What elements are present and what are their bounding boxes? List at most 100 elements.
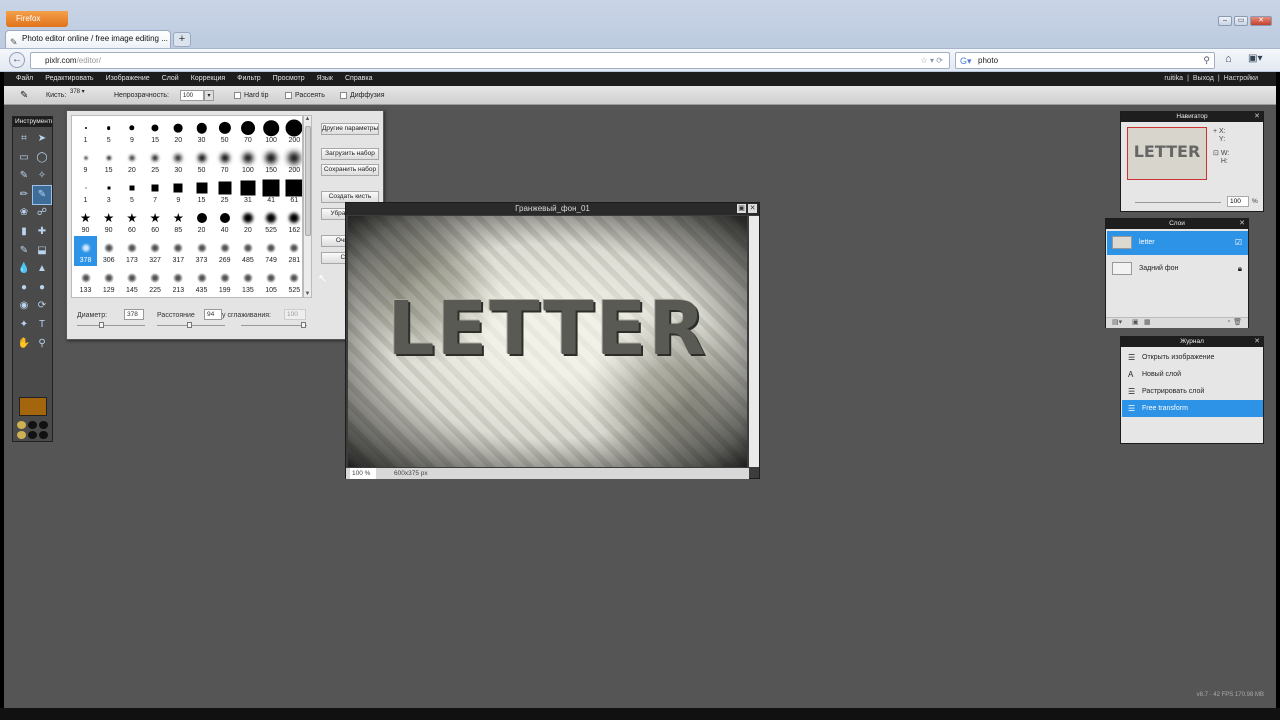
logout-link[interactable]: Выход <box>1193 72 1214 86</box>
brush-preset[interactable]: 173 <box>120 236 143 266</box>
brush-preset[interactable]: 200 <box>283 116 302 146</box>
menu-image[interactable]: Изображение <box>106 72 150 86</box>
pencil-tool-icon[interactable]: ✏ <box>15 186 33 205</box>
brush-preset[interactable]: 525 <box>283 266 302 296</box>
scroll-thumb[interactable] <box>305 126 311 236</box>
hand-tool-icon[interactable]: ✋ <box>15 335 33 354</box>
brush-preset[interactable]: 15 <box>97 146 120 176</box>
chevron-down-icon[interactable]: ▾ <box>204 90 214 101</box>
diameter-slider[interactable] <box>77 325 145 326</box>
menu-help[interactable]: Справка <box>345 72 372 86</box>
brush-preset[interactable]: 30 <box>167 146 190 176</box>
brush-preset[interactable]: 60 <box>144 206 167 236</box>
image-scrollbar[interactable] <box>749 216 759 467</box>
brush-preset[interactable]: 100 <box>236 146 259 176</box>
firefox-menu-button[interactable]: Firefox <box>6 11 68 27</box>
smoothing-slider[interactable] <box>241 325 307 326</box>
brush-preset[interactable]: 162 <box>283 206 302 236</box>
brush-preset[interactable]: 5 <box>120 176 143 206</box>
blur-tool-icon[interactable]: 💧 <box>15 260 33 279</box>
close-icon[interactable]: ✕ <box>1254 112 1260 122</box>
brush-preset[interactable]: 1 <box>74 176 97 206</box>
brush-preset[interactable]: 145 <box>120 266 143 296</box>
brush-preset[interactable]: 15 <box>144 116 167 146</box>
brush-preset[interactable]: 61 <box>283 176 302 206</box>
history-item-active[interactable]: ☰ Free transform <box>1122 400 1263 417</box>
history-item[interactable]: A Новый слой <box>1122 366 1263 383</box>
navigator-zoom-input[interactable]: 100 <box>1227 196 1249 207</box>
brush-preset[interactable]: 213 <box>167 266 190 296</box>
brush-preset[interactable]: 373 <box>190 236 213 266</box>
save-set-button[interactable]: Сохранить набор <box>321 164 379 176</box>
smoothing-input[interactable]: 100 <box>284 309 306 320</box>
brush-preset[interactable]: 1 <box>74 116 97 146</box>
user-name[interactable]: ruitika <box>1164 72 1183 86</box>
brush-preset[interactable]: 135 <box>236 266 259 296</box>
brush-preset[interactable]: 105 <box>260 266 283 296</box>
brush-preset[interactable]: 25 <box>144 146 167 176</box>
close-window-button[interactable]: ✕ <box>1250 16 1272 26</box>
zoom-tool-icon[interactable]: ⚲ <box>33 335 51 354</box>
brush-preset[interactable]: 378 <box>74 236 97 266</box>
brush-preset[interactable]: 133 <box>74 266 97 296</box>
text-tool-icon[interactable]: T <box>33 316 51 335</box>
layer-mask-icon[interactable]: ▣ <box>1132 318 1139 326</box>
brush-preset[interactable]: 749 <box>260 236 283 266</box>
url-input[interactable]: pixlr.com/editor/ ☆ ▾ ⟳ <box>30 52 950 69</box>
opacity-input[interactable]: 100 <box>180 90 204 101</box>
lasso-tool-icon[interactable]: ◯ <box>33 149 51 168</box>
brush-tool-icon[interactable]: ✎ <box>32 184 52 206</box>
google-icon[interactable]: G▾ <box>960 54 972 69</box>
sparkle-tool-icon[interactable]: ✧ <box>33 167 51 186</box>
crop-tool-icon[interactable]: ⌗ <box>15 130 33 149</box>
smoothing-slider-knob[interactable] <box>301 322 306 328</box>
brush-preset[interactable]: 485 <box>236 236 259 266</box>
brush-preset[interactable]: 327 <box>144 236 167 266</box>
brush-preset[interactable]: 100 <box>260 116 283 146</box>
reload-icon[interactable]: ☆ ▾ ⟳ <box>921 53 943 68</box>
brush-preset[interactable]: 50 <box>213 116 236 146</box>
brush-preset[interactable]: 20 <box>167 116 190 146</box>
sponge-tool-icon[interactable]: ⟳ <box>33 297 51 316</box>
delete-layer-icon[interactable]: 🗑︎ <box>1233 318 1242 326</box>
brush-preset[interactable]: 317 <box>167 236 190 266</box>
scatter-checkbox[interactable]: Рассеять <box>285 86 325 105</box>
maximize-button[interactable]: ▭ <box>1234 16 1248 26</box>
brush-preset[interactable]: 70 <box>236 116 259 146</box>
addons-icon[interactable]: ▣▾ <box>1248 53 1262 64</box>
spacing-slider-knob[interactable] <box>187 322 192 328</box>
layer-row-background[interactable]: Задний фон 🔒︎ <box>1107 257 1248 281</box>
brush-preset[interactable]: 9 <box>74 146 97 176</box>
layer-row-letter[interactable]: letter ☑ <box>1107 231 1248 255</box>
maximize-icon[interactable]: ▣ <box>737 204 746 213</box>
close-icon[interactable]: ✕ <box>1254 337 1260 347</box>
more-options-button[interactable]: Другие параметры <box>321 123 379 135</box>
diameter-slider-knob[interactable] <box>99 322 104 328</box>
dodge-tool-icon[interactable]: ● <box>15 279 33 298</box>
brush-preset[interactable]: 15 <box>190 176 213 206</box>
brush-preset[interactable]: 20 <box>236 206 259 236</box>
brush-preset[interactable]: 269 <box>213 236 236 266</box>
brush-preset-picker[interactable]: 378 ▾ <box>70 86 85 98</box>
primary-color-swatch[interactable] <box>19 397 47 416</box>
brush-preset[interactable]: 525 <box>260 206 283 236</box>
zoom-slider[interactable] <box>1135 202 1221 203</box>
new-tab-button[interactable]: + <box>173 32 191 47</box>
eraser-tool-icon[interactable]: ❀ <box>15 204 33 223</box>
menu-edit[interactable]: Редактировать <box>45 72 93 86</box>
default-colors-icon[interactable] <box>39 421 48 429</box>
swap-colors-icon[interactable] <box>17 431 26 439</box>
back-arrow-icon[interactable]: ← <box>9 52 25 68</box>
brush-preset[interactable]: 90 <box>74 206 97 236</box>
home-icon[interactable]: ⌂ <box>1225 53 1232 65</box>
image-canvas[interactable]: LETTER <box>348 216 747 467</box>
layer-settings-icon[interactable]: ▤▾ <box>1112 318 1122 326</box>
color-picker-tool-icon[interactable]: ✦ <box>15 316 33 335</box>
brush-preset[interactable]: 41 <box>260 176 283 206</box>
brush-preset[interactable]: 20 <box>190 206 213 236</box>
minimize-button[interactable]: – <box>1218 16 1232 26</box>
stamp-tool-icon[interactable]: ✚ <box>33 223 51 242</box>
brush-preset[interactable]: 5 <box>97 116 120 146</box>
zoom-input[interactable]: 100 % <box>350 468 376 479</box>
brush-preset[interactable]: 200 <box>283 146 302 176</box>
